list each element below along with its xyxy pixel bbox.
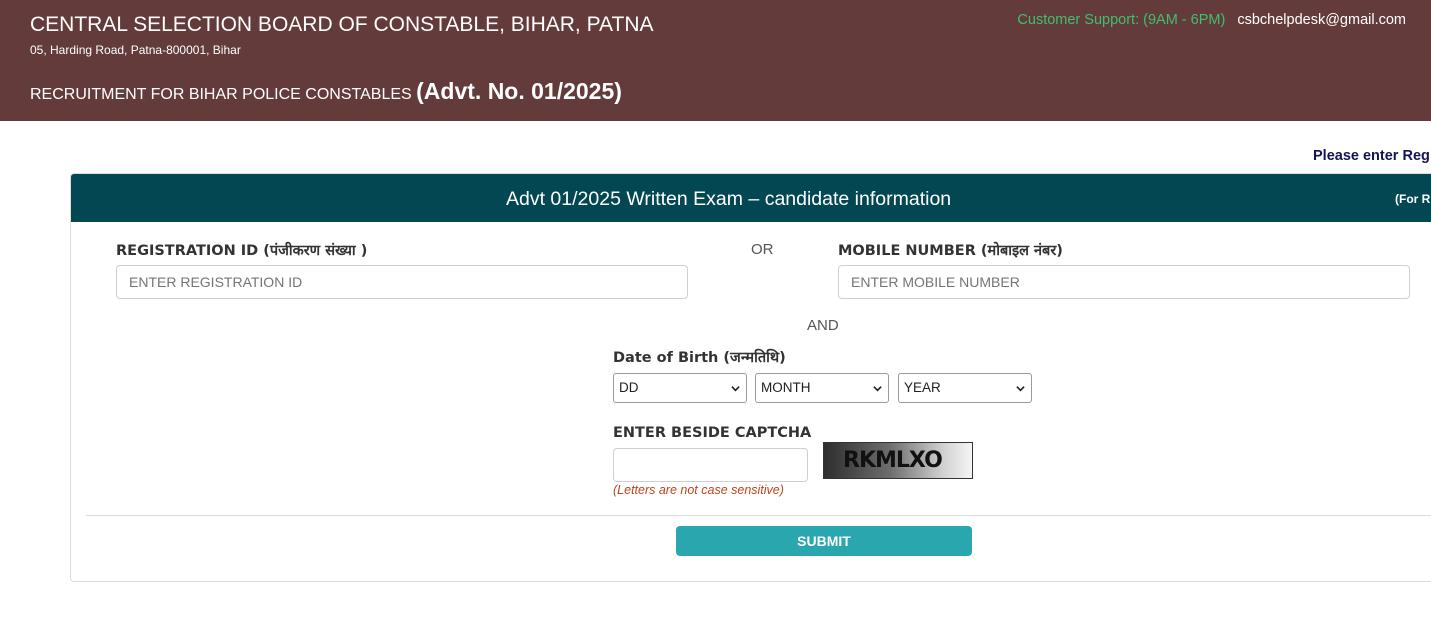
chevron-down-icon	[731, 386, 740, 392]
recruitment-text: RECRUITMENT FOR BIHAR POLICE CONSTABLES	[30, 86, 412, 103]
registration-id-input[interactable]	[116, 265, 688, 299]
chevron-down-icon	[1016, 386, 1025, 392]
or-text: OR	[751, 241, 774, 258]
captcha-hint: (Letters are not case sensitive)	[613, 483, 784, 497]
dob-month-select[interactable]: MONTH	[755, 373, 889, 403]
support-label: Customer Support: (9AM - 6PM)	[1017, 12, 1226, 28]
submit-button[interactable]: SUBMIT	[676, 526, 972, 556]
recruitment-title: RECRUITMENT FOR BIHAR POLICE CONSTABLES …	[30, 78, 622, 105]
dob-day-select[interactable]: DD	[613, 373, 747, 403]
captcha-image: RKMLXO	[823, 442, 973, 479]
dob-label: Date of Birth (जन्मतिथि)	[613, 350, 786, 366]
dob-day-value: DD	[619, 380, 639, 395]
form-title: Advt 01/2025 Written Exam – candidate in…	[506, 188, 952, 210]
mobile-number-input[interactable]	[838, 265, 1410, 299]
captcha-input[interactable]	[613, 448, 808, 482]
dob-year-value: YEAR	[904, 380, 941, 395]
notice-text: Please enter Reg	[1313, 148, 1430, 164]
customer-support: Customer Support: (9AM - 6PM) csbchelpde…	[1017, 12, 1406, 28]
captcha-text: RKMLXO	[843, 448, 943, 473]
captcha-label: ENTER BESIDE CAPTCHA	[613, 425, 812, 441]
header-note: (For R	[1395, 192, 1431, 206]
chevron-down-icon	[873, 386, 882, 392]
divider	[86, 515, 1431, 516]
and-text: AND	[807, 317, 839, 334]
org-title: CENTRAL SELECTION BOARD OF CONSTABLE, BI…	[30, 13, 654, 36]
dob-year-select[interactable]: YEAR	[898, 373, 1032, 403]
dob-month-value: MONTH	[761, 380, 811, 395]
registration-label: REGISTRATION ID (पंजीकरण संख्या )	[116, 243, 368, 259]
org-address: 05, Harding Road, Patna-800001, Bihar	[30, 43, 241, 57]
advt-number: (Advt. No. 01/2025)	[416, 78, 622, 104]
site-header: CENTRAL SELECTION BOARD OF CONSTABLE, BI…	[0, 0, 1431, 121]
candidate-form-card: Advt 01/2025 Written Exam – candidate in…	[70, 173, 1431, 582]
card-header: Advt 01/2025 Written Exam – candidate in…	[71, 174, 1431, 222]
mobile-label: MOBILE NUMBER (मोबाइल नंबर)	[838, 243, 1063, 259]
support-email[interactable]: csbchelpdesk@gmail.com	[1237, 12, 1406, 28]
